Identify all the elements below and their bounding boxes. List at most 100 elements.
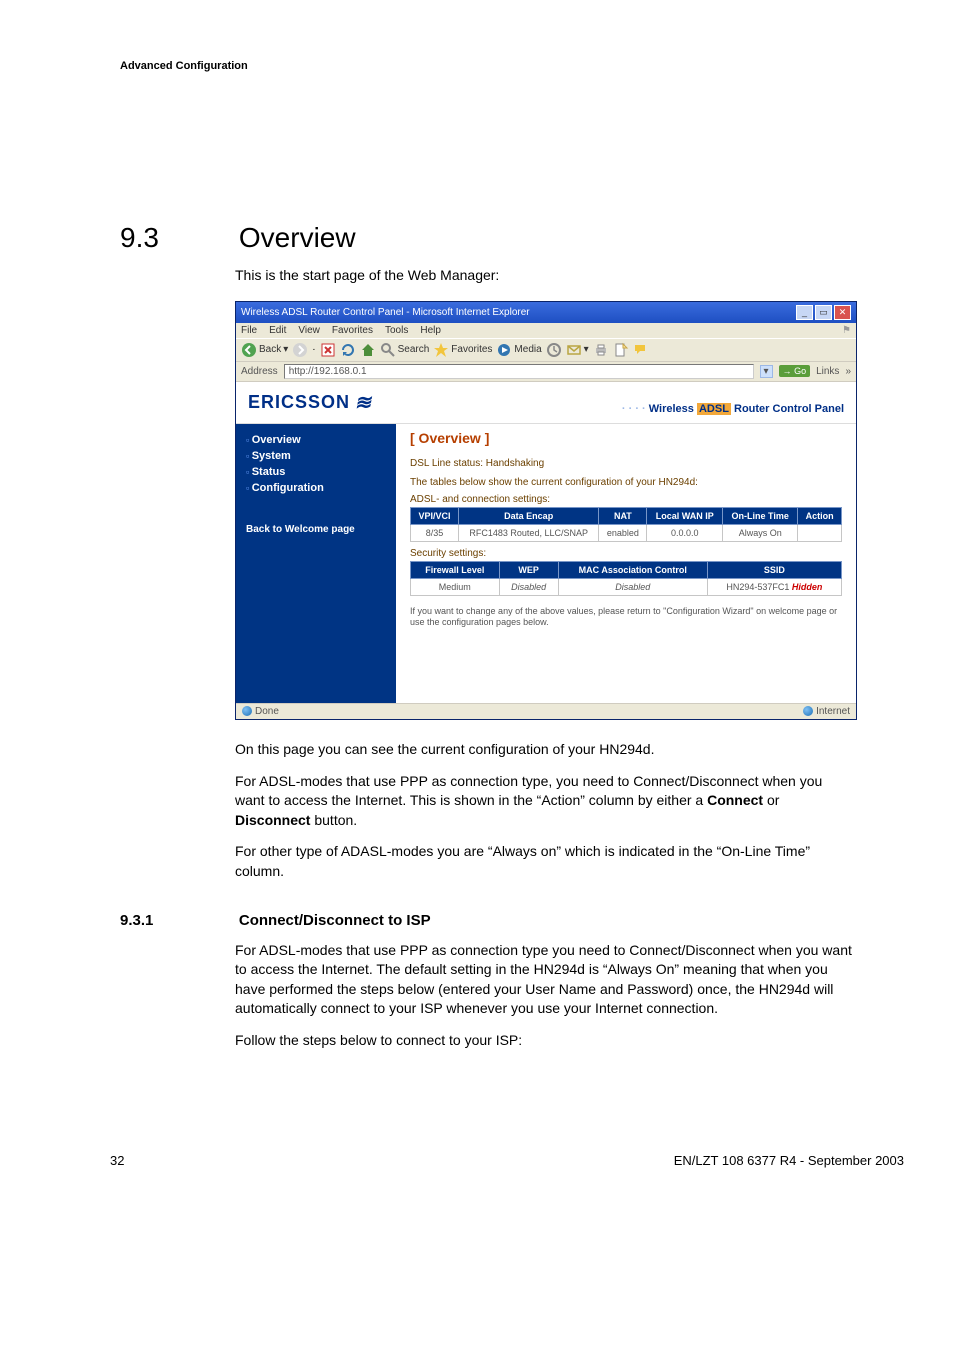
section-number: 9.3 (120, 222, 235, 254)
refresh-icon (340, 342, 356, 358)
page-content: ERICSSON ≋ · · · · Wireless ADSL Router … (236, 382, 856, 703)
address-label: Address (241, 366, 278, 377)
menu-help[interactable]: Help (420, 325, 441, 336)
tables-caption: The tables below show the current config… (410, 477, 842, 488)
nav-back-welcome[interactable]: Back to Welcome page (246, 524, 386, 535)
th-nat: NAT (599, 507, 647, 524)
stop-icon (320, 342, 336, 358)
dsl-line-status: DSL Line status: Handshaking (410, 458, 842, 469)
print-icon (593, 342, 609, 358)
adsl-row: 8/35 RFC1483 Routed, LLC/SNAP enabled 0.… (411, 524, 842, 541)
menu-favorites[interactable]: Favorites (332, 325, 373, 336)
window-controls: _ ▭ ✕ (796, 305, 851, 320)
status-right: Internet (803, 706, 850, 717)
toolbar: Back ▾ · Search Favorites (236, 338, 856, 362)
mail-icon (566, 342, 582, 358)
window-title: Wireless ADSL Router Control Panel - Mic… (241, 307, 530, 318)
section-title: Overview (239, 222, 356, 254)
ericsson-mark-icon: ≋ (354, 390, 376, 415)
dots-icon: · · · · (622, 403, 646, 415)
th-mac: MAC Association Control (558, 561, 707, 578)
links-chevron-icon: » (845, 366, 851, 377)
page-footer: 32 EN/LZT 108 6377 R4 - September 2003 (0, 1153, 954, 1198)
edit-icon (613, 342, 629, 358)
close-button[interactable]: ✕ (834, 305, 851, 320)
page-number: 32 (110, 1153, 124, 1168)
refresh-button[interactable] (340, 342, 356, 358)
subsection-number: 9.3.1 (120, 912, 235, 929)
search-button[interactable]: Search (380, 342, 430, 358)
th-localwanip: Local WAN IP (647, 507, 723, 524)
edit-doc-button[interactable] (613, 342, 629, 358)
home-icon (360, 342, 376, 358)
th-ssid: SSID (707, 561, 841, 578)
th-vpivci: VPI/VCI (411, 507, 459, 524)
security-caption: Security settings: (410, 548, 842, 559)
favorites-button[interactable]: Favorites (433, 342, 492, 358)
maximize-button[interactable]: ▭ (815, 305, 832, 320)
discuss-icon (633, 342, 649, 358)
nav-overview[interactable]: Overview (246, 434, 386, 446)
menu-file[interactable]: File (241, 325, 257, 336)
links-label[interactable]: Links (816, 366, 839, 377)
menubar: File Edit View Favorites Tools Help ⚑ (236, 323, 856, 338)
menu-view[interactable]: View (298, 325, 320, 336)
router-main: [ Overview ] DSL Line status: Handshakin… (396, 424, 856, 703)
media-button[interactable]: Media (496, 342, 541, 358)
print-button[interactable] (593, 342, 609, 358)
page-icon (242, 706, 252, 716)
internet-zone-icon (803, 706, 813, 716)
back-icon (241, 342, 257, 358)
discuss-button[interactable] (633, 342, 649, 358)
security-row: Medium Disabled Disabled HN294-537FC1 Hi… (411, 578, 842, 595)
intro-text: This is the start page of the Web Manage… (235, 266, 855, 286)
menu-edit[interactable]: Edit (269, 325, 286, 336)
security-settings-table: Firewall Level WEP MAC Association Contr… (410, 561, 842, 596)
brand-bar: ERICSSON ≋ · · · · Wireless ADSL Router … (236, 382, 856, 423)
overview-heading: [ Overview ] (410, 430, 842, 446)
subsection-p1: For ADSL-modes that use PPP as connectio… (235, 941, 855, 1019)
address-input[interactable]: http://192.168.0.1 (284, 364, 754, 379)
back-button[interactable]: Back ▾ (241, 342, 288, 358)
address-dropdown-icon[interactable]: ▾ (760, 365, 773, 378)
subsection-row: 9.3.1 Connect/Disconnect to ISP (120, 912, 904, 929)
th-onlinetime: On-Line Time (723, 507, 798, 524)
forward-button[interactable] (292, 342, 308, 358)
star-icon (433, 342, 449, 358)
after-screenshot-p3: For other type of ADASL-modes you are “A… (235, 842, 855, 881)
separator: · (312, 344, 315, 355)
address-bar: Address http://192.168.0.1 ▾ → Go Links … (236, 362, 856, 382)
subsection-p2: Follow the steps below to connect to you… (235, 1031, 855, 1051)
after-screenshot-p2: For ADSL-modes that use PPP as connectio… (235, 772, 855, 831)
section-row: 9.3 Overview (120, 222, 904, 254)
minimize-button[interactable]: _ (796, 305, 813, 320)
mail-button[interactable]: ▾ (566, 342, 589, 358)
home-button[interactable] (360, 342, 376, 358)
th-action: Action (798, 507, 842, 524)
screenshot-panel: Wireless ADSL Router Control Panel - Mic… (235, 301, 857, 720)
go-button[interactable]: → Go (779, 365, 811, 377)
nav-status[interactable]: Status (246, 466, 386, 478)
ie-flag-icon: ⚑ (842, 325, 851, 336)
th-dataencap: Data Encap (459, 507, 599, 524)
page-header: Advanced Configuration (120, 60, 904, 72)
history-icon (546, 342, 562, 358)
status-left: Done (242, 706, 279, 717)
brand-logo: ERICSSON ≋ (248, 390, 374, 415)
forward-icon (292, 342, 308, 358)
nav-configuration[interactable]: Configuration (246, 482, 386, 494)
config-note: If you want to change any of the above v… (410, 606, 842, 629)
adsl-settings-table: VPI/VCI Data Encap NAT Local WAN IP On-L… (410, 507, 842, 542)
history-button[interactable] (546, 342, 562, 358)
search-icon (380, 342, 396, 358)
adsl-caption: ADSL- and connection settings: (410, 494, 842, 505)
doc-id: EN/LZT 108 6377 R4 - September 2003 (674, 1153, 904, 1168)
menu-tools[interactable]: Tools (385, 325, 408, 336)
stop-button[interactable] (320, 342, 336, 358)
status-bar: Done Internet (236, 703, 856, 719)
th-wep: WEP (499, 561, 558, 578)
after-screenshot-p1: On this page you can see the current con… (235, 740, 855, 760)
nav-system[interactable]: System (246, 450, 386, 462)
subsection-title: Connect/Disconnect to ISP (239, 912, 431, 929)
side-nav: Overview System Status Configuration Bac… (236, 424, 396, 703)
